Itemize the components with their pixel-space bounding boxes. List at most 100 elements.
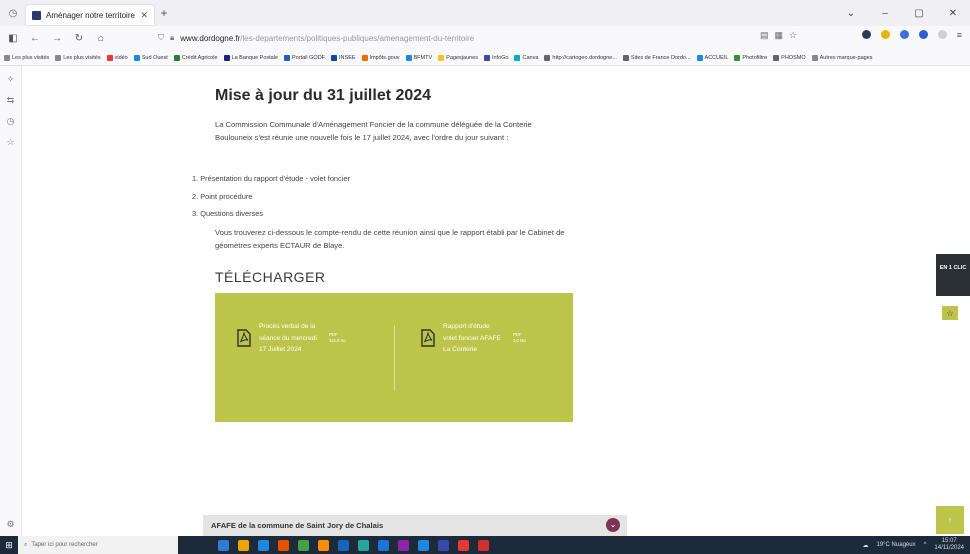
bookmark-item[interactable]: http://cartogeo.dordogne... [544, 54, 617, 61]
app-icon[interactable] [238, 539, 249, 551]
bookmark-item[interactable]: Sites de France Dordo... [622, 54, 691, 61]
home-icon[interactable]: ⌂ [94, 33, 108, 44]
app-icon[interactable] [278, 539, 289, 551]
app-icon[interactable] [418, 539, 429, 551]
extensions-icon[interactable] [937, 30, 947, 39]
app-icon[interactable] [318, 539, 329, 551]
taskbar-apps [218, 539, 489, 551]
scroll-to-top-button[interactable]: ↑ [936, 506, 964, 534]
tab-bar: ◷ Aménager notre territoire pour... ✕ + … [0, 0, 970, 26]
back-icon[interactable]: ← [28, 33, 42, 44]
bookmark-item[interactable]: Autres marque-pages [811, 54, 873, 61]
browser-sidebar: ✧ ⇆ ◷ ☆ ⚙ [0, 66, 22, 536]
extension-icon[interactable] [899, 30, 909, 39]
bookmark-item[interactable]: Sud Ouest [133, 54, 168, 61]
weather-text[interactable]: 19°C Nuageux [876, 542, 915, 548]
app-icon[interactable] [378, 539, 389, 551]
menu-icon[interactable]: ≡ [957, 30, 962, 40]
bookmark-favicon-icon [438, 54, 445, 61]
bookmarks-icon[interactable]: ☆ [6, 137, 14, 148]
windows-start-icon[interactable]: ⊞ [0, 536, 18, 554]
reader-view-icon[interactable]: ▤ [760, 30, 769, 41]
bookmark-item[interactable]: INSEE [331, 54, 356, 61]
bookmark-item[interactable]: Les plus visités [55, 54, 101, 61]
tray-arrow-icon[interactable]: ^ [924, 542, 927, 548]
bookmark-label: ACCUEIL [704, 54, 729, 61]
accordion-header[interactable]: AFAFE de la commune de Saint Jory de Cha… [203, 515, 627, 536]
bookmark-item[interactable]: Photofiltre [734, 54, 767, 61]
bookmark-label: Sites de France Dordo... [630, 54, 691, 61]
address-bar-actions: ▤ ▦ ☆ [760, 30, 797, 41]
agenda-item: 1. Présentation du rapport d'étude - vol… [192, 174, 350, 183]
chevron-down-icon[interactable]: ⌄ [606, 518, 620, 532]
one-click-button[interactable]: EN 1 CLIC [936, 254, 970, 296]
download-file-pv[interactable]: Procès verbal de la séance du mercredi 1… [237, 321, 346, 356]
file-name: Rapport d'étude volet foncier AFAFE La C… [443, 323, 501, 353]
app-icon[interactable] [338, 539, 349, 551]
app-icon[interactable] [298, 539, 309, 551]
url-path: /les-departements/politiques-publiques/a… [240, 33, 475, 43]
nav-toolbar: ◧ ← → ↻ ⌂ ⛉ 🔒︎ www.dordogne.fr/les-depar… [0, 26, 970, 50]
toolbar-extensions: ≡ [861, 30, 962, 40]
app-icon[interactable] [258, 539, 269, 551]
bookmark-label: http://cartogeo.dordogne... [552, 54, 617, 61]
app-icon[interactable] [398, 539, 409, 551]
address-bar[interactable]: ⛉ 🔒︎ www.dordogne.fr/les-departements/po… [158, 28, 798, 48]
bookmark-item[interactable]: BFMTV [405, 54, 432, 61]
minimize-icon[interactable]: – [868, 0, 902, 26]
bookmark-label: Les plus visités [12, 54, 50, 61]
synced-tabs-icon[interactable]: ⇆ [7, 95, 15, 106]
bookmark-label: Les plus visités [63, 54, 101, 61]
bookmark-item[interactable]: PHOSMO [773, 54, 806, 61]
maximize-icon[interactable]: ▢ [902, 0, 936, 26]
bookmark-label: InfoGo [491, 54, 509, 61]
app-icon[interactable] [218, 539, 229, 551]
history-icon[interactable]: ◷ [7, 116, 15, 127]
bookmark-item[interactable]: InfoGo [483, 54, 509, 61]
sidebar-toggle-icon[interactable]: ◧ [6, 33, 20, 44]
forward-icon[interactable]: → [50, 33, 64, 44]
bookmark-label: PHOSMO [781, 54, 806, 61]
taskbar-search[interactable]: ⌕ Taper ici pour rechercher [18, 536, 178, 554]
bookmark-star-icon[interactable]: ☆ [789, 30, 797, 41]
bookmark-item[interactable]: Impôts.gouv [361, 54, 400, 61]
close-window-icon[interactable]: ✕ [936, 0, 970, 26]
bookmark-favicon-icon [544, 54, 551, 61]
clock-date: 14/11/2024 [934, 545, 964, 551]
browser-tab[interactable]: Aménager notre territoire pour... ✕ [26, 5, 154, 25]
file-name: Procès verbal de la séance du mercredi 1… [259, 323, 317, 353]
download-file-rapport[interactable]: Rapport d'étude volet foncier AFAFE La C… [421, 321, 526, 356]
tab-overview-icon[interactable]: ◷ [0, 0, 26, 26]
list-tabs-icon[interactable]: ⌄ [834, 0, 868, 26]
favorite-star-icon[interactable]: ☆ [942, 306, 958, 320]
grid-icon[interactable]: ▦ [775, 30, 784, 41]
pocket-icon[interactable] [918, 30, 928, 39]
bookmark-item[interactable]: Les plus visités [4, 54, 50, 61]
taskbar: ⊞ ⌕ Taper ici pour rechercher ☁ 19°C Nua… [0, 536, 970, 554]
bookmark-item[interactable]: Crédit Agricole [173, 54, 218, 61]
app-icon[interactable] [358, 539, 369, 551]
clock[interactable]: 15:07 14/11/2024 [934, 538, 964, 552]
app-icon[interactable] [478, 539, 489, 551]
search-icon: ⌕ [24, 541, 28, 548]
app-icon[interactable] [458, 539, 469, 551]
bookmark-favicon-icon [133, 54, 140, 61]
bookmark-item[interactable]: ACCUEIL [696, 54, 729, 61]
bookmark-item[interactable]: Canva [514, 54, 538, 61]
bookmark-favicon-icon [55, 54, 62, 61]
new-tab-icon[interactable]: + [154, 6, 174, 20]
ai-chat-icon[interactable]: ✧ [7, 74, 15, 85]
account-icon[interactable] [861, 30, 871, 39]
settings-icon[interactable]: ⚙ [6, 519, 14, 530]
bookmark-item[interactable]: vidéo [106, 54, 128, 61]
bookmark-item[interactable]: Pagesjaunes [438, 54, 478, 61]
extension-icon[interactable] [880, 30, 890, 39]
app-icon[interactable] [438, 539, 449, 551]
bookmark-item[interactable]: La Banque Postale [223, 54, 278, 61]
bookmark-item[interactable]: Portail GODF [284, 54, 325, 61]
close-tab-icon[interactable]: ✕ [140, 10, 148, 21]
bookmark-favicon-icon [622, 54, 629, 61]
search-placeholder: Taper ici pour rechercher [31, 542, 98, 548]
reload-icon[interactable]: ↻ [72, 33, 86, 44]
clock-time: 15:07 [941, 538, 957, 544]
